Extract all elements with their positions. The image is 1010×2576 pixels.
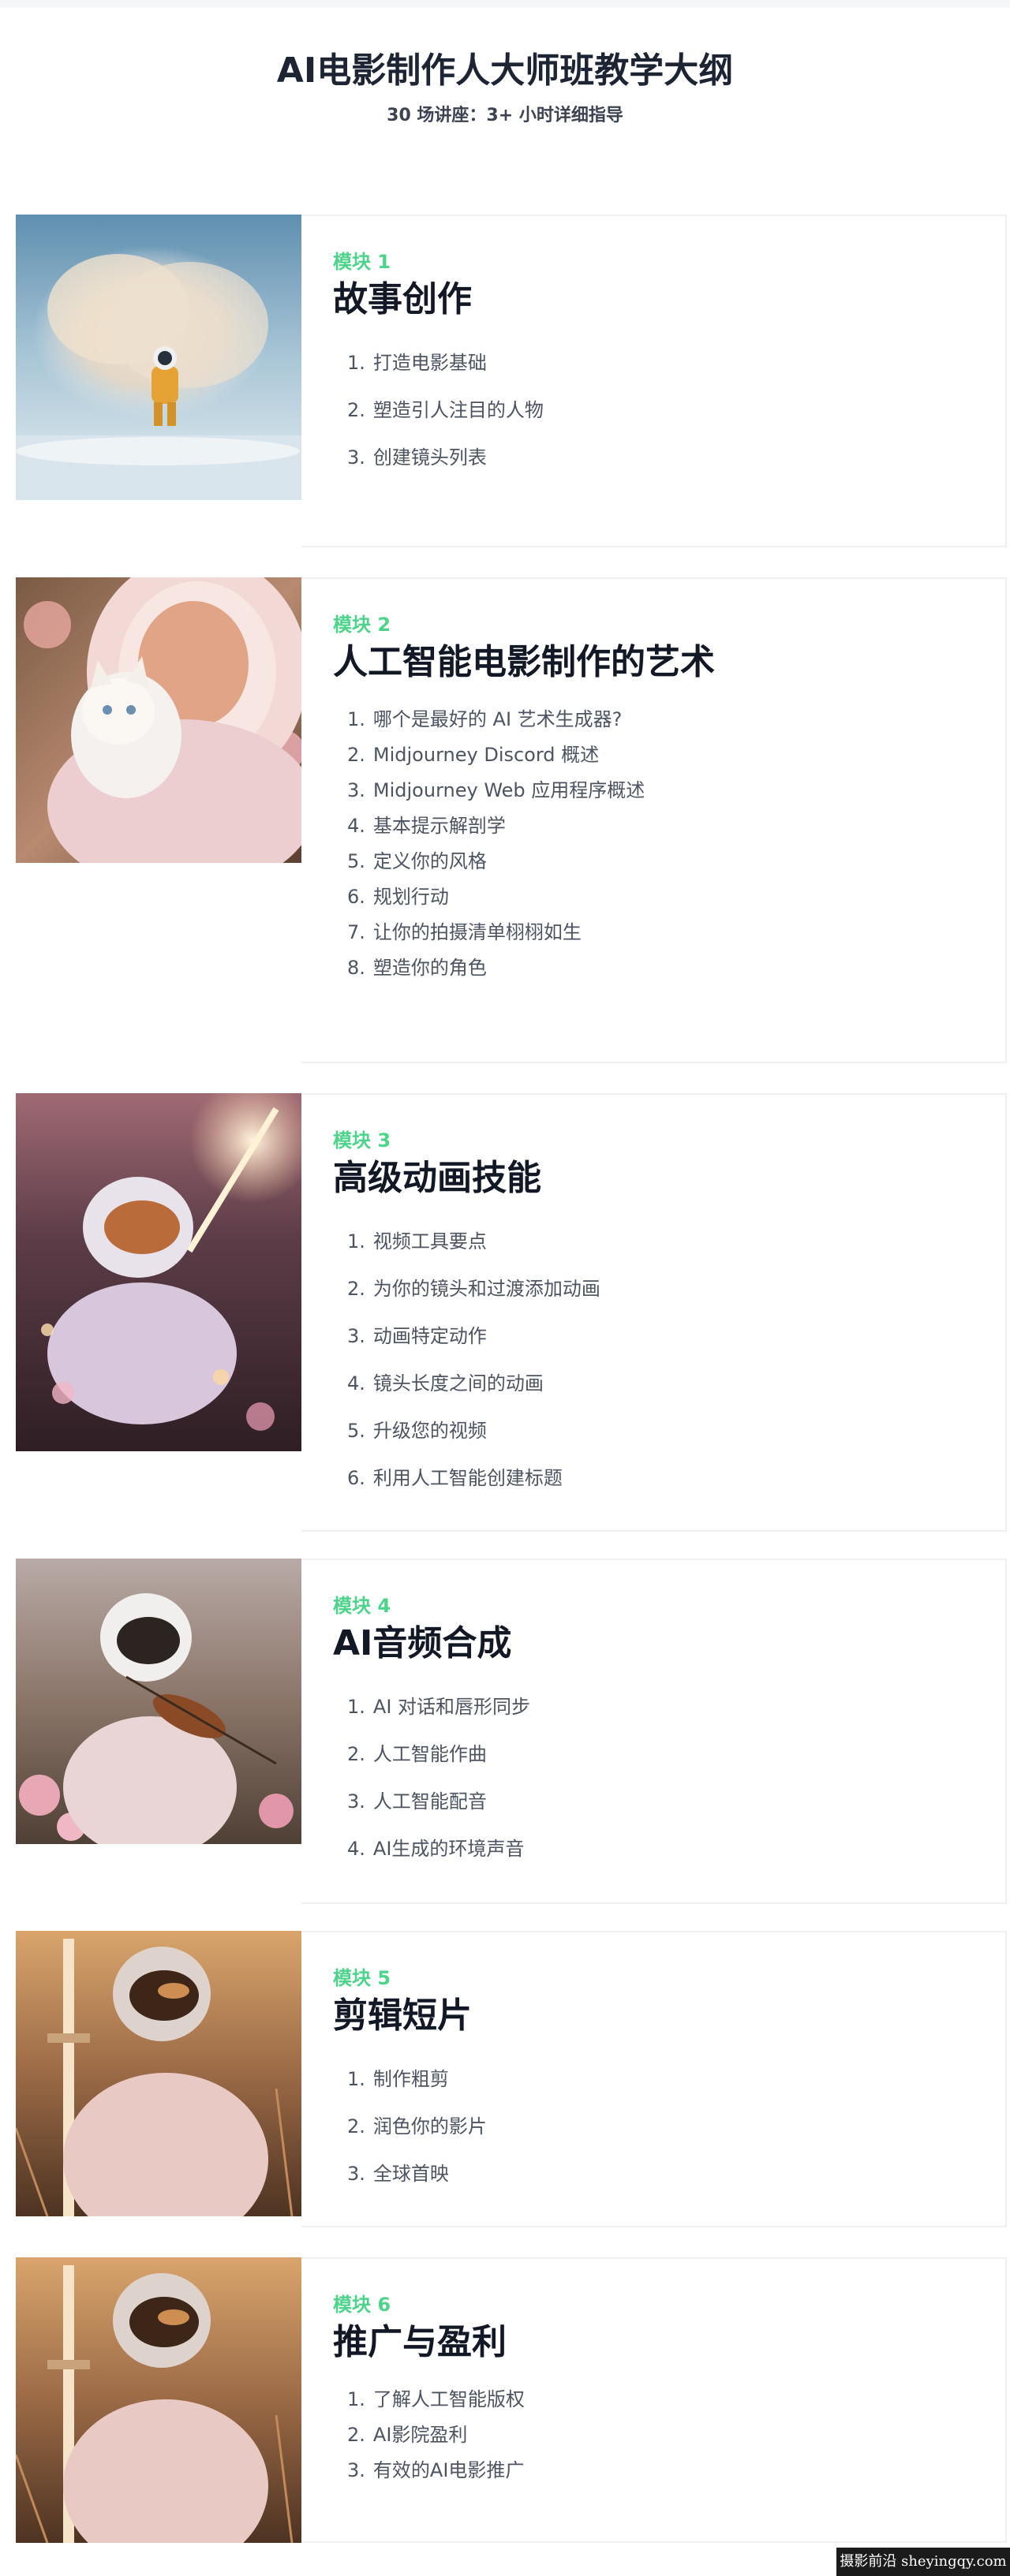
- module-label: 模块 1: [333, 251, 391, 273]
- module-title: 故事创作: [333, 279, 472, 319]
- lesson-item: 2. 为你的镜头和过渡添加动画: [347, 1278, 600, 1300]
- lesson-item: 6. 利用人工智能创建标题: [347, 1467, 563, 1489]
- module-1-image: [16, 215, 301, 500]
- site-watermark: 摄影前沿 sheyingqy.com: [836, 2548, 1010, 2576]
- lesson-item: 3. Midjourney Web 应用程序概述: [347, 779, 645, 801]
- lesson-item: 5. 升级您的视频: [347, 1420, 487, 1442]
- page-header: AI电影制作人大师班教学大纲 30 场讲座：3+ 小时详细指导: [0, 47, 1010, 128]
- lesson-list: 1. 打造电影基础 2. 塑造引人注目的人物 3. 创建镜头列表: [347, 339, 544, 481]
- lesson-list: 1. 视频工具要点 2. 为你的镜头和过渡添加动画 3. 动画特定动作 4. 镜头长度之…: [347, 1218, 600, 1502]
- lesson-item: 1. 打造电影基础: [347, 352, 487, 374]
- module-1: 模块 1 故事创作 1. 打造电影基础 2. 塑造引人注目的人物 3. 创建镜头列表: [16, 215, 1008, 547]
- lesson-item: 3. 人工智能配音: [347, 1790, 487, 1813]
- lesson-list: 1. AI 对话和唇形同步 2. 人工智能作曲 3. 人工智能配音 4. AI生成的环境…: [347, 1683, 530, 1872]
- top-strip: [0, 0, 1010, 8]
- lesson-item: 2. AI影院盈利: [347, 2424, 468, 2446]
- lesson-item: 3. 全球首映: [347, 2163, 449, 2185]
- module-4-card: 模块 4 AI音频合成 1. AI 对话和唇形同步 2. 人工智能作曲 3. 人工智能…: [301, 1559, 1007, 1904]
- lesson-item: 1. 视频工具要点: [347, 1230, 487, 1253]
- module-label: 模块 6: [333, 2294, 391, 2316]
- module-label: 模块 4: [333, 1595, 391, 1617]
- module-2-card: 模块 2 人工智能电影制作的艺术 1. 哪个是最好的 AI 艺术生成器? 2. Mi…: [301, 577, 1007, 1063]
- module-3-card: 模块 3 高级动画技能 1. 视频工具要点 2. 为你的镜头和过渡添加动画 3. 动画…: [301, 1093, 1007, 1532]
- lesson-item: 5. 定义你的风格: [347, 850, 487, 872]
- page-title: AI电影制作人大师班教学大纲: [276, 50, 734, 91]
- module-6-image: [16, 2257, 301, 2543]
- module-title: 高级动画技能: [333, 1158, 541, 1198]
- module-4-image: [16, 1559, 301, 1844]
- module-label: 模块 5: [333, 1967, 391, 1989]
- lesson-item: 2. Midjourney Discord 概述: [347, 744, 600, 766]
- lesson-item: 2. 润色你的影片: [347, 2115, 487, 2137]
- module-6: 模块 6 推广与盈利 1. 了解人工智能版权 2. AI影院盈利 3. 有效的AI电影…: [16, 2257, 1008, 2543]
- module-6-card: 模块 6 推广与盈利 1. 了解人工智能版权 2. AI影院盈利 3. 有效的AI电影…: [301, 2257, 1007, 2543]
- lesson-item: 2. 塑造引人注目的人物: [347, 399, 544, 421]
- lesson-item: 1. AI 对话和唇形同步: [347, 1696, 531, 1718]
- module-2-image: [16, 577, 301, 863]
- lesson-list: 1. 制作粗剪 2. 润色你的影片 3. 全球首映: [347, 2055, 487, 2197]
- lesson-item: 2. 人工智能作曲: [347, 1743, 487, 1765]
- module-5: 模块 5 剪辑短片 1. 制作粗剪 2. 润色你的影片 3. 全球首映: [16, 1931, 1008, 2227]
- lesson-item: 1. 制作粗剪: [347, 2068, 449, 2090]
- lesson-item: 6. 规划行动: [347, 886, 449, 908]
- lesson-item: 3. 创建镜头列表: [347, 446, 487, 469]
- lesson-list: 1. 哪个是最好的 AI 艺术生成器? 2. Midjourney Discord …: [347, 702, 645, 986]
- lesson-item: 1. 哪个是最好的 AI 艺术生成器?: [347, 708, 623, 730]
- module-label: 模块 3: [333, 1129, 391, 1152]
- lesson-item: 3. 有效的AI电影推广: [347, 2459, 525, 2481]
- module-label: 模块 2: [333, 614, 391, 636]
- lesson-item: 4. 基本提示解剖学: [347, 815, 506, 837]
- module-title: 剪辑短片: [333, 1995, 472, 2036]
- module-4: 模块 4 AI音频合成 1. AI 对话和唇形同步 2. 人工智能作曲 3. 人工智能…: [16, 1559, 1008, 1904]
- module-title: AI音频合成: [333, 1623, 512, 1663]
- page-subtitle: 30 场讲座：3+ 小时详细指导: [387, 106, 623, 125]
- module-5-image: [16, 1931, 301, 2216]
- module-3: 模块 3 高级动画技能 1. 视频工具要点 2. 为你的镜头和过渡添加动画 3. 动画…: [16, 1093, 1008, 1532]
- lesson-item: 4. 镜头长度之间的动画: [347, 1372, 544, 1394]
- lesson-item: 1. 了解人工智能版权: [347, 2388, 525, 2410]
- module-title: 推广与盈利: [333, 2322, 507, 2362]
- module-2: 模块 2 人工智能电影制作的艺术 1. 哪个是最好的 AI 艺术生成器? 2. Mi…: [16, 577, 1008, 1063]
- module-1-card: 模块 1 故事创作 1. 打造电影基础 2. 塑造引人注目的人物 3. 创建镜头列表: [301, 215, 1007, 547]
- module-title: 人工智能电影制作的艺术: [333, 642, 715, 682]
- lesson-list: 1. 了解人工智能版权 2. AI影院盈利 3. 有效的AI电影推广: [347, 2382, 525, 2488]
- lesson-item: 4. AI生成的环境声音: [347, 1838, 525, 1860]
- module-5-card: 模块 5 剪辑短片 1. 制作粗剪 2. 润色你的影片 3. 全球首映: [301, 1931, 1007, 2227]
- lesson-item: 3. 动画特定动作: [347, 1325, 487, 1347]
- module-3-image: [16, 1093, 301, 1451]
- lesson-item: 8. 塑造你的角色: [347, 957, 487, 979]
- lesson-item: 7. 让你的拍摄清单栩栩如生: [347, 921, 582, 943]
